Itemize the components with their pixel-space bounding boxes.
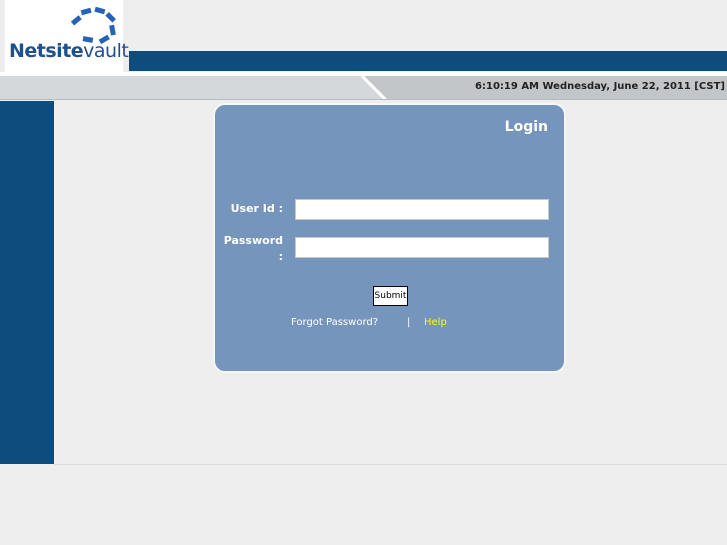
password-label-text: Password <box>223 234 283 247</box>
user-id-input[interactable] <box>295 199 549 220</box>
submit-button[interactable]: Submit <box>373 286 408 306</box>
user-id-label: User Id : <box>230 202 283 215</box>
password-input[interactable] <box>295 237 549 258</box>
link-separator: | <box>407 317 411 328</box>
forgot-password-link[interactable]: Forgot Password? <box>291 317 378 328</box>
netsitevault-logo: Netsitevault <box>5 0 129 72</box>
help-link[interactable]: Help <box>424 317 447 328</box>
logo-wordmark: Netsitevault <box>9 40 129 62</box>
header-band <box>129 51 727 71</box>
current-datetime: 6:10:19 AM Wednesday, June 22, 2011 [CST… <box>475 81 725 92</box>
left-sidebar <box>0 101 54 464</box>
footer-divider <box>54 464 727 465</box>
password-label: Password : <box>224 233 283 265</box>
password-label-colon: : <box>278 250 283 263</box>
login-title: Login <box>504 119 548 135</box>
login-panel: Login User Id : Password : Submit Forgot… <box>213 103 566 373</box>
